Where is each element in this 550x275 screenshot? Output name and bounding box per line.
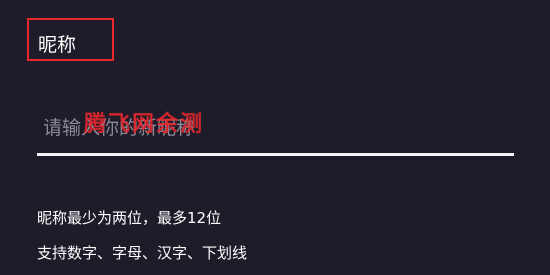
- highlight-box: [27, 18, 114, 61]
- nickname-length-hint: 昵称最少为两位，最多12位: [37, 209, 222, 227]
- nickname-input[interactable]: [37, 106, 513, 150]
- nickname-charset-hint: 支持数字、字母、汉字、下划线: [37, 244, 248, 262]
- input-underline: [37, 153, 514, 156]
